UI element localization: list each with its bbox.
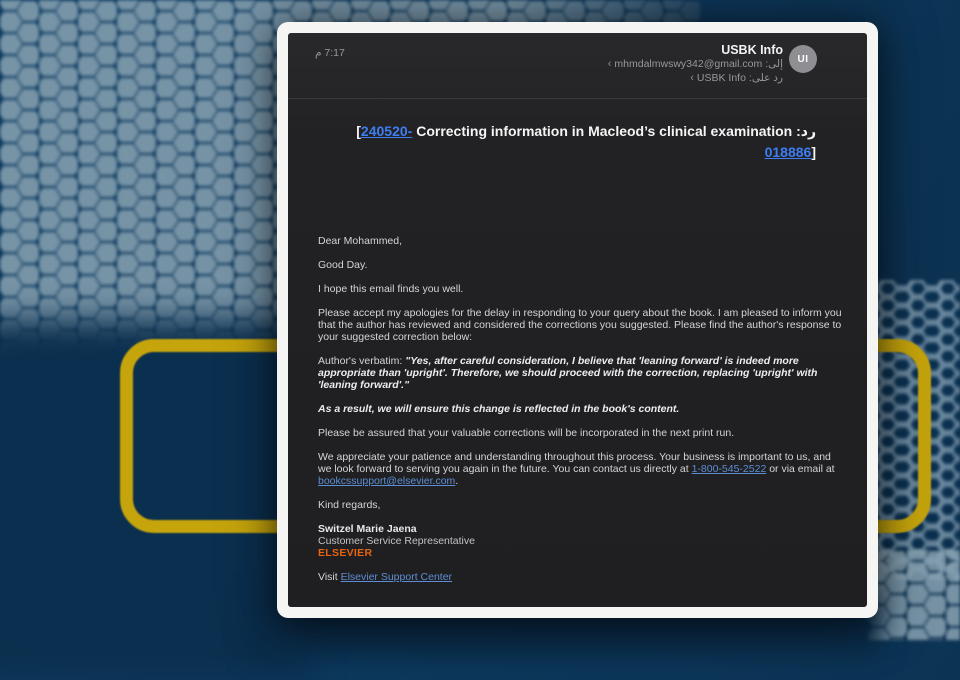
email-header: 7:17 م USBK Info ‹ mhmdalmwswy342@gmail.…	[288, 33, 867, 98]
verbatim-label: Author's verbatim:	[318, 355, 402, 367]
sender-block: USBK Info ‹ mhmdalmwswy342@gmail.com إلى…	[608, 43, 817, 85]
closing: Kind regards,	[318, 499, 845, 511]
signature-company: ELSEVIER	[318, 547, 845, 559]
header-divider	[288, 98, 867, 99]
subject-reply-prefix: رد:	[796, 123, 816, 139]
signature-title: Customer Service Representative	[318, 535, 845, 547]
greeting: Dear Mohammed,	[318, 235, 845, 247]
chevron-left-icon: ‹	[690, 72, 694, 86]
to-recipient-row[interactable]: ‹ mhmdalmwswy342@gmail.com إلى:	[608, 58, 783, 72]
support-email-link[interactable]: bookcssupport@elsevier.com	[318, 475, 455, 487]
visit-label: Visit	[318, 571, 341, 583]
phone-link[interactable]: 1-800-545-2522	[692, 463, 767, 475]
paragraph: Please accept my apologies for the delay…	[318, 307, 845, 343]
ticket-bracket-close: ]	[811, 144, 816, 160]
chevron-left-icon: ‹	[608, 58, 612, 72]
avatar[interactable]: UI	[789, 45, 817, 73]
subject-title: Correcting information in Macleod’s clin…	[416, 123, 792, 139]
reply-to-row[interactable]: ‹ USBK Info رد على:	[608, 72, 783, 86]
contact-text: or via email at	[766, 463, 834, 475]
contact-paragraph: We appreciate your patience and understa…	[318, 451, 845, 487]
support-center-link[interactable]: Elsevier Support Center	[341, 571, 452, 583]
paragraph: I hope this email finds you well.	[318, 283, 845, 295]
email-time: 7:17 م	[315, 43, 345, 59]
sender-name: USBK Info	[608, 43, 783, 58]
subject-line: رد: Correcting information in Macleod’s …	[328, 121, 816, 163]
avatar-initials: UI	[798, 54, 809, 65]
result-statement: As a result, we will ensure this change …	[318, 403, 845, 415]
author-verbatim-paragraph: Author's verbatim: "Yes, after careful c…	[318, 355, 845, 391]
email-view: 7:17 م USBK Info ‹ mhmdalmwswy342@gmail.…	[288, 33, 867, 607]
hexagon-pattern-bottom-right	[868, 550, 960, 640]
email-card: 7:17 م USBK Info ‹ mhmdalmwswy342@gmail.…	[277, 22, 878, 618]
signature-name: Switzel Marie Jaena	[318, 523, 845, 535]
backdrop: 7:17 م USBK Info ‹ mhmdalmwswy342@gmail.…	[0, 0, 960, 640]
contact-text: .	[455, 475, 458, 487]
visit-line: Visit Elsevier Support Center	[318, 571, 845, 583]
signature-block: Switzel Marie Jaena Customer Service Rep…	[318, 523, 845, 559]
to-address: mhmdalmwswy342@gmail.com	[614, 58, 762, 72]
reply-to-label: رد على:	[749, 72, 783, 86]
reply-to-value: USBK Info	[697, 72, 746, 86]
to-label: إلى:	[765, 58, 783, 72]
paragraph: Please be assured that your valuable cor…	[318, 427, 845, 439]
paragraph: Good Day.	[318, 259, 845, 271]
email-body: Dear Mohammed, Good Day. I hope this ema…	[288, 235, 867, 583]
